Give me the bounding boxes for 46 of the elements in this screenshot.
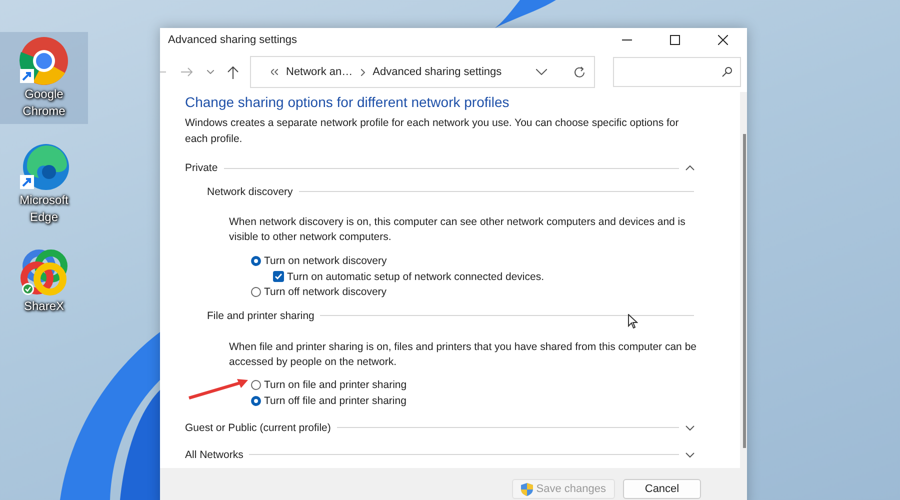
profile-header[interactable]: All Networks	[185, 448, 244, 461]
option-label: Turn off file and printer sharing	[264, 394, 406, 407]
close-icon[interactable]	[718, 35, 728, 45]
browser-app-icon	[19, 36, 69, 86]
address-bar[interactable]: Network an… Advanced sharing settings	[250, 56, 595, 88]
window-title: Advanced sharing settings	[168, 34, 298, 46]
wallpaper-petal-drawing	[495, 0, 556, 28]
browser-app-icon	[19, 142, 69, 192]
section-description: When network discovery is on, this computer can see other network computers and devices and is visible to other network computers.	[229, 215, 686, 246]
maximize-icon[interactable]	[670, 35, 680, 45]
radio-button[interactable]	[251, 287, 261, 298]
shortcut-label: ShareX	[22, 298, 66, 315]
scrollbar[interactable]	[740, 92, 747, 468]
section-title: File and printer sharing	[207, 310, 314, 322]
radio-button[interactable]	[251, 396, 261, 406]
intro-text: Windows creates a separate network profile for each network you use. You can choose specific options for each profile.	[185, 116, 680, 148]
breadcrumb[interactable]: Advanced sharing settings	[372, 66, 502, 78]
app-ring-icon	[19, 248, 69, 298]
radio-button[interactable]	[251, 256, 261, 266]
section-description: When file and printer sharing is on, files and printers that you have shared from this computer can be accessed by people on the network.	[229, 340, 698, 370]
dropdown-chevron-icon[interactable]	[536, 69, 547, 75]
overflow-chevrons-icon	[271, 69, 278, 75]
search-icon	[722, 67, 732, 77]
expand-chevron-icon[interactable]	[685, 452, 695, 458]
search-field[interactable]	[613, 57, 741, 87]
expand-chevron-icon[interactable]	[685, 424, 695, 431]
mouse-pointer-icon	[628, 314, 638, 329]
up-arrow-icon[interactable]	[227, 66, 239, 78]
shortcut-label: Microsoft Edge	[18, 192, 70, 226]
option-label: Turn on file and printer sharing	[264, 379, 407, 392]
collapse-chevron-icon[interactable]	[685, 165, 695, 172]
page-heading: Change sharing options for different network profiles	[185, 94, 510, 110]
refresh-icon[interactable]	[573, 66, 586, 78]
radio-button[interactable]	[251, 380, 261, 390]
profile-header[interactable]: Private	[185, 162, 218, 174]
option-label: Turn on automatic setup of network connected devices.	[287, 270, 544, 283]
option-label: Turn on network discovery	[264, 255, 387, 268]
shortcut-label: Google Chrome	[22, 86, 66, 120]
breadcrumb-separator-icon	[360, 68, 365, 76]
breadcrumb[interactable]: Network an…	[286, 66, 353, 78]
option-label: Turn off network discovery	[264, 286, 387, 298]
section-title: Network discovery	[207, 186, 293, 198]
profile-header[interactable]: Guest or Public (current profile)	[185, 422, 331, 434]
checkbox[interactable]	[273, 271, 284, 282]
history-chevron-icon[interactable]	[206, 70, 214, 74]
cancel-button[interactable]: Cancel	[623, 479, 701, 499]
